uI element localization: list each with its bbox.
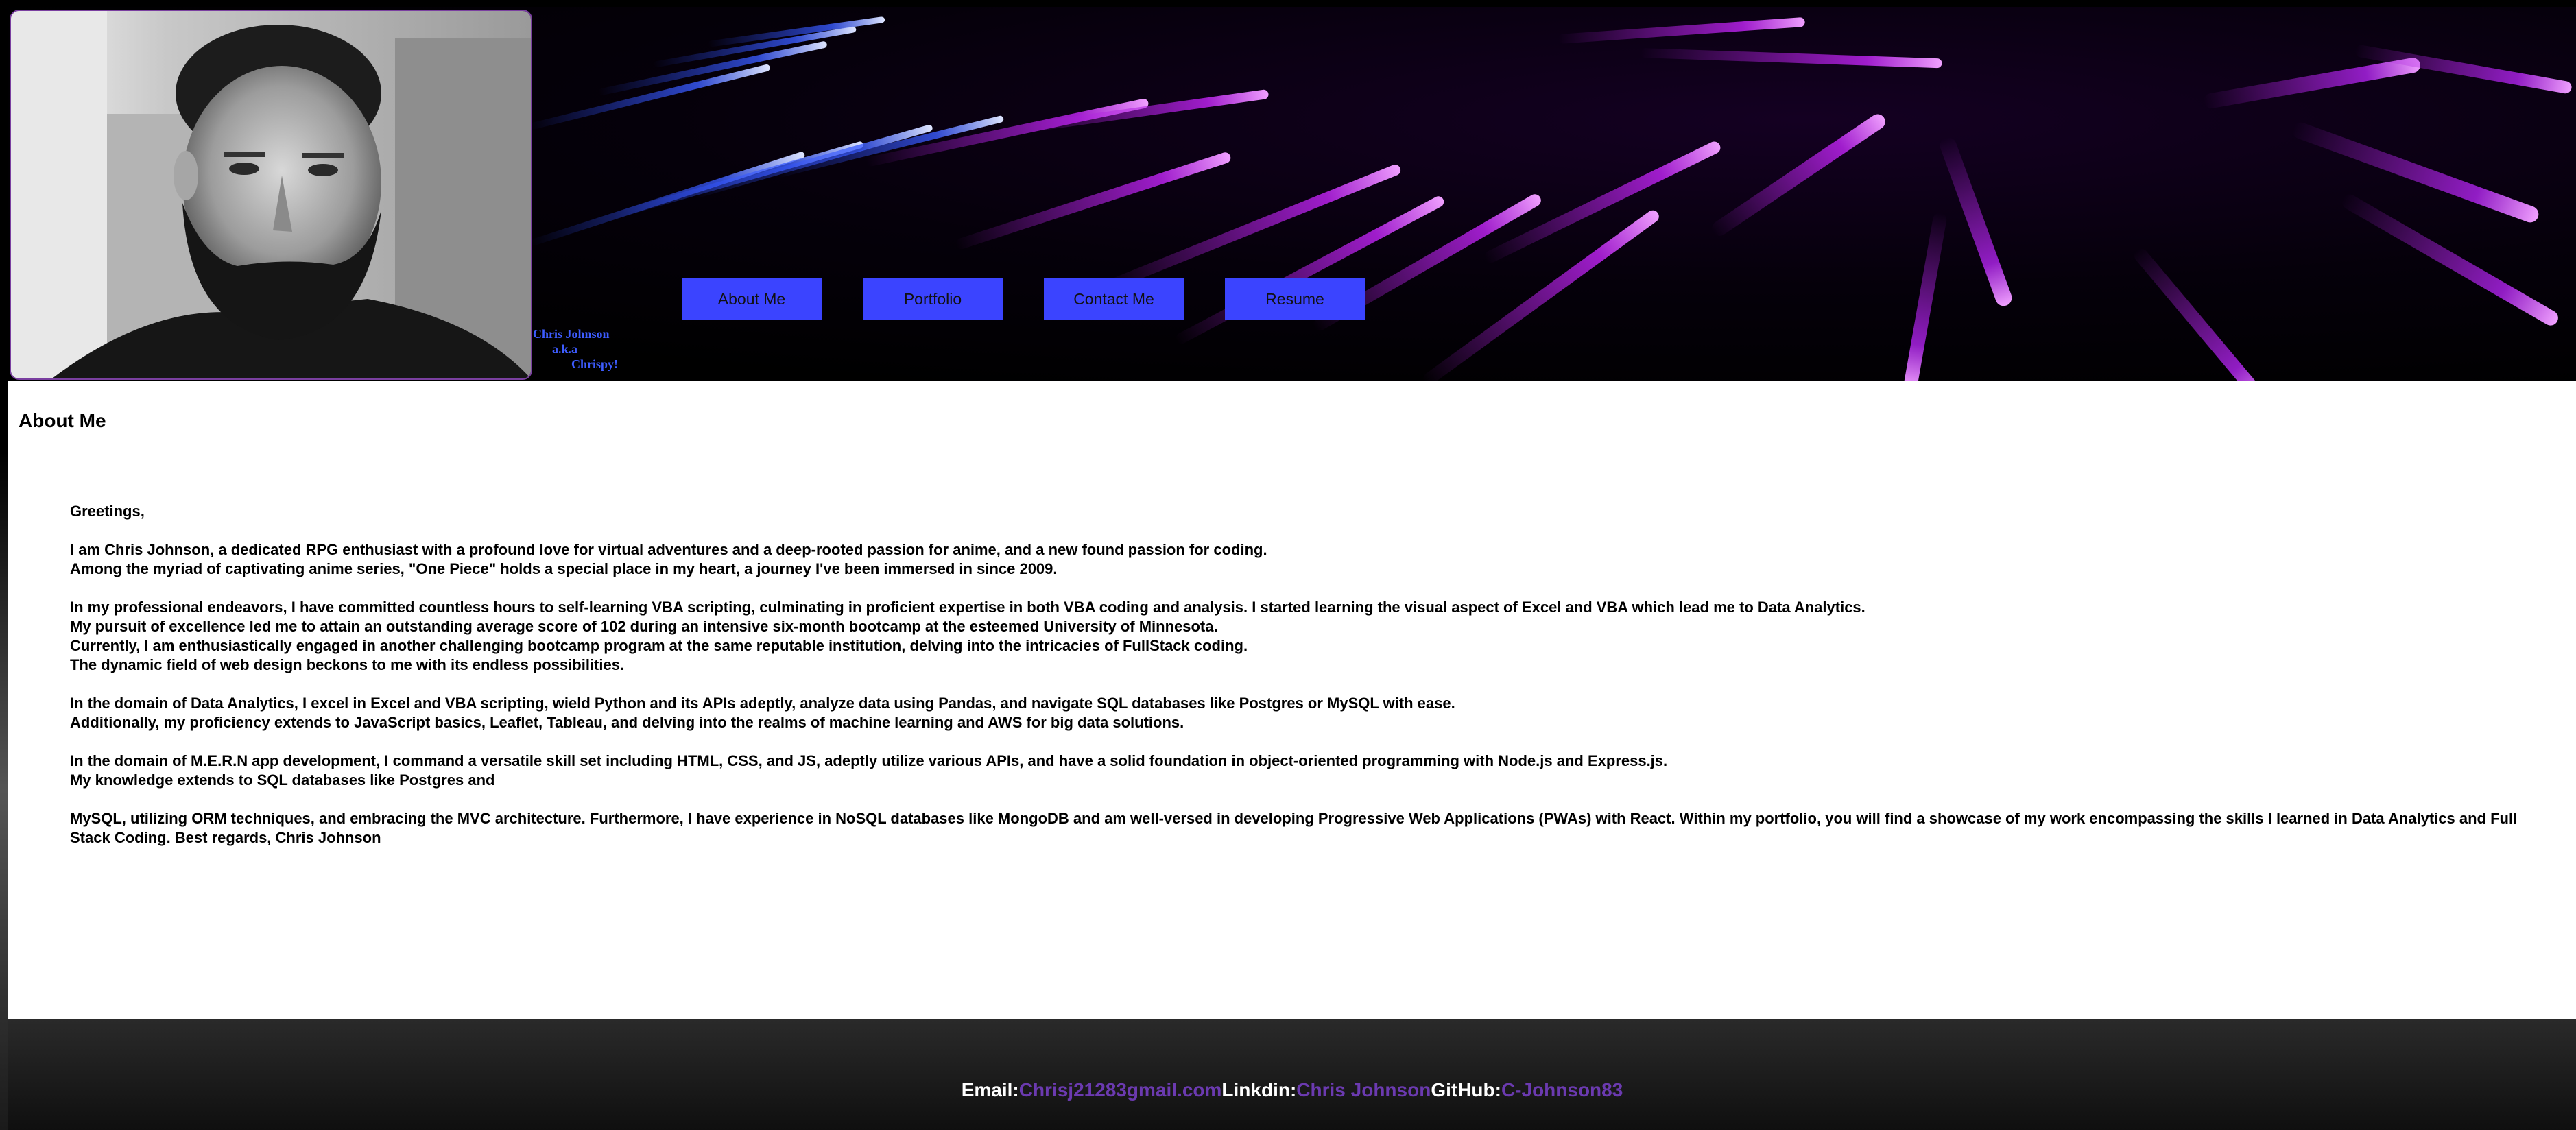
text-line: The dynamic field of web design beckons … [70, 656, 625, 673]
email-label: Email: [961, 1079, 1019, 1101]
about-paragraph: In the domain of Data Analytics, I excel… [70, 694, 2551, 732]
name-caption: Chris Johnson a.k.a Chrispy! [533, 326, 618, 372]
section-title: About Me [19, 410, 106, 431]
header-banner: Chris Johnson a.k.a Chrispy! About Me Po… [8, 7, 2576, 381]
text-line: I am Chris Johnson, a dedicated RPG enth… [70, 541, 1267, 558]
footer: Email:Chrisj21283gmail.comLinkdin:Chris … [8, 1019, 2576, 1130]
about-paragraph: Greetings, [70, 502, 2551, 521]
text-line: Greetings, [70, 503, 145, 520]
linkedin-label: Linkdin: [1221, 1079, 1297, 1101]
main-nav: About Me Portfolio Contact Me Resume [682, 278, 1365, 320]
github-link[interactable]: C-Johnson83 [1501, 1079, 1623, 1101]
about-text: Greetings, I am Chris Johnson, a dedicat… [70, 502, 2551, 867]
profile-photo [10, 10, 532, 380]
text-line: Currently, I am enthusiastically engaged… [70, 637, 1248, 654]
nav-resume-button[interactable]: Resume [1225, 278, 1365, 320]
caption-name: Chris Johnson [533, 327, 610, 341]
linkedin-link[interactable]: Chris Johnson [1296, 1079, 1431, 1101]
github-label: GitHub: [1431, 1079, 1501, 1101]
text-line: Additionally, my proficiency extends to … [70, 714, 1184, 731]
email-link[interactable]: Chrisj21283gmail.com [1019, 1079, 1222, 1101]
caption-nickname: Chrispy! [571, 357, 619, 371]
nav-about-me-button[interactable]: About Me [682, 278, 822, 320]
about-paragraph: In the domain of M.E.R.N app development… [70, 752, 2551, 790]
text-line: In the domain of M.E.R.N app development… [70, 752, 1668, 769]
text-line: MySQL, utilizing ORM techniques, and emb… [70, 810, 2518, 846]
about-paragraph: In my professional endeavors, I have com… [70, 598, 2551, 675]
page: Chris Johnson a.k.a Chrispy! About Me Po… [0, 0, 2576, 1130]
nav-portfolio-button[interactable]: Portfolio [863, 278, 1003, 320]
text-line: In the domain of Data Analytics, I excel… [70, 695, 1455, 712]
nav-contact-me-button[interactable]: Contact Me [1044, 278, 1184, 320]
about-paragraph: I am Chris Johnson, a dedicated RPG enth… [70, 540, 2551, 579]
about-section: About Me Greetings, I am Chris Johnson, … [8, 381, 2576, 1019]
contact-line: Email:Chrisj21283gmail.comLinkdin:Chris … [8, 1079, 2576, 1101]
text-line: My pursuit of excellence led me to attai… [70, 618, 1218, 635]
caption-aka: a.k.a [552, 342, 578, 356]
about-paragraph: MySQL, utilizing ORM techniques, and emb… [70, 809, 2551, 848]
text-line: Among the myriad of captivating anime se… [70, 560, 1058, 577]
text-line: My knowledge extends to SQL databases li… [70, 771, 495, 789]
text-line: In my professional endeavors, I have com… [70, 599, 1865, 616]
